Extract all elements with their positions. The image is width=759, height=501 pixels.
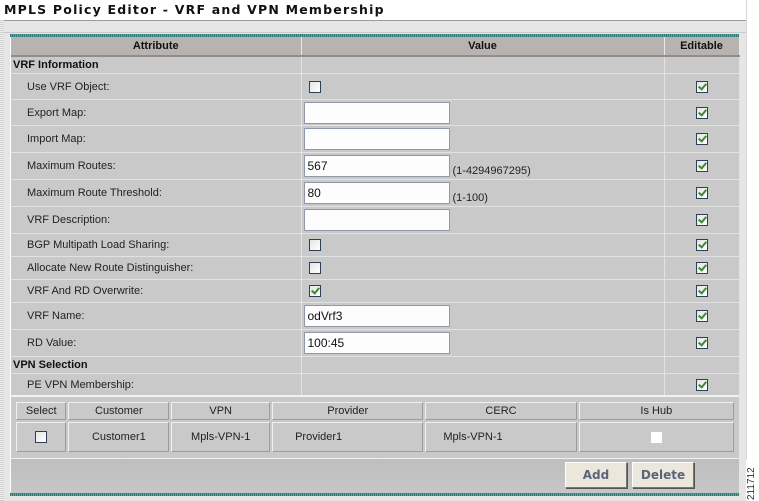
section-label: VRF Information: [11, 56, 302, 74]
editable-checkbox[interactable]: [695, 239, 708, 252]
row-label: Export Map:: [11, 99, 302, 126]
page: MPLS Policy Editor - VRF and VPN Members…: [0, 0, 747, 501]
row-label: Import Map:: [11, 125, 302, 153]
column-header-value: Value: [301, 37, 665, 57]
customer-cell: Customer1: [68, 422, 170, 452]
row-allocate-new-rd: Allocate New Route Distinguisher:: [11, 256, 740, 280]
vpn-header-row: Select Customer VPN Provider CERC Is Hub: [16, 402, 734, 420]
row-export-map: Export Map:: [11, 99, 740, 126]
row-maximum-route-threshold: Maximum Route Threshold: 80 (1-100): [11, 179, 740, 207]
attributes-table: Attribute Value Editable VRF Information…: [11, 37, 740, 396]
is-hub-checkbox[interactable]: [650, 431, 662, 443]
vrf-rd-overwrite-checkbox[interactable]: [308, 285, 321, 298]
row-label: Allocate New Route Distinguisher:: [11, 256, 302, 280]
row-bgp-multipath: BGP Multipath Load Sharing:: [11, 233, 740, 257]
editable-checkbox[interactable]: [695, 378, 708, 391]
row-label: VRF And RD Overwrite:: [11, 279, 302, 303]
editable-checkbox[interactable]: [695, 262, 708, 275]
vrf-description-input[interactable]: [303, 209, 450, 231]
column-header-editable: Editable: [664, 37, 740, 57]
row-pe-vpn-membership: PE VPN Membership:: [11, 373, 740, 396]
row-maximum-routes: Maximum Routes: 567 (1-4294967295): [11, 152, 740, 180]
maximum-routes-range-hint: (1-4294967295): [452, 165, 531, 178]
row-label: PE VPN Membership:: [11, 373, 302, 396]
editable-checkbox[interactable]: [695, 310, 708, 323]
add-button[interactable]: Add: [565, 462, 627, 488]
row-import-map: Import Map:: [11, 125, 740, 153]
row-rd-value: RD Value: 100:45: [11, 329, 740, 357]
cerc-cell: Mpls-VPN-1: [425, 422, 577, 452]
title-bar: MPLS Policy Editor - VRF and VPN Members…: [0, 0, 746, 21]
left-edge-pattern: [0, 20, 4, 501]
editable-checkbox[interactable]: [695, 80, 708, 93]
editable-checkbox[interactable]: [695, 285, 708, 298]
row-select-checkbox[interactable]: [35, 431, 48, 444]
column-header-cerc: CERC: [425, 402, 577, 420]
row-use-vrf-object: Use VRF Object:: [11, 73, 740, 100]
row-label: BGP Multipath Load Sharing:: [11, 233, 302, 257]
subheader-bar: [4, 21, 746, 33]
row-vrf-name: VRF Name: odVrf3: [11, 302, 740, 330]
figure-id: 211712: [746, 460, 759, 500]
provider-cell: Provider1: [272, 422, 424, 452]
vpn-membership-table: Select Customer VPN Provider CERC Is Hub…: [14, 400, 736, 454]
editable-checkbox[interactable]: [695, 337, 708, 350]
attributes-header-row: Attribute Value Editable: [11, 37, 740, 57]
row-vrf-rd-overwrite: VRF And RD Overwrite:: [11, 279, 740, 303]
section-vpn-selection: VPN Selection: [11, 356, 740, 374]
row-vrf-description: VRF Description:: [11, 206, 740, 234]
editable-checkbox[interactable]: [695, 106, 708, 119]
row-label: VRF Description:: [11, 206, 302, 234]
section-label: VPN Selection: [11, 356, 302, 374]
allocate-new-rd-checkbox[interactable]: [308, 262, 321, 275]
column-header-customer: Customer: [68, 402, 170, 420]
rd-value-input[interactable]: 100:45: [303, 332, 450, 354]
vrf-name-input[interactable]: odVrf3: [303, 305, 450, 327]
editable-checkbox[interactable]: [695, 187, 708, 200]
export-map-input[interactable]: [303, 101, 450, 124]
import-map-input[interactable]: [303, 128, 450, 150]
column-header-vpn: VPN: [171, 402, 271, 420]
vpn-cell: Mpls-VPN-1: [171, 422, 271, 452]
row-label: VRF Name:: [11, 302, 302, 330]
row-label: Use VRF Object:: [11, 73, 302, 100]
column-header-select: Select: [16, 402, 67, 420]
use-vrf-object-checkbox[interactable]: [308, 80, 321, 93]
table-row[interactable]: Customer1 Mpls-VPN-1 Provider1 Mpls-VPN-…: [16, 422, 734, 452]
delete-button[interactable]: Delete: [632, 462, 694, 488]
section-vrf-information: VRF Information: [11, 56, 740, 74]
row-label: RD Value:: [11, 329, 302, 357]
maximum-routes-input[interactable]: 567: [303, 154, 450, 177]
editable-checkbox[interactable]: [695, 133, 708, 146]
threshold-range-hint: (1-100): [452, 192, 488, 205]
row-label: Maximum Route Threshold:: [11, 179, 302, 207]
policy-panel: Attribute Value Editable VRF Information…: [10, 37, 740, 493]
bottom-divider: [10, 493, 739, 496]
page-title: MPLS Policy Editor - VRF and VPN Members…: [4, 2, 385, 17]
editable-checkbox[interactable]: [695, 214, 708, 227]
column-header-is-hub: Is Hub: [578, 402, 734, 420]
row-label: Maximum Routes:: [11, 152, 302, 180]
vpn-membership-section: Select Customer VPN Provider CERC Is Hub…: [11, 395, 739, 459]
button-bar: Add Delete: [11, 458, 739, 493]
bgp-multipath-checkbox[interactable]: [308, 239, 321, 252]
maximum-route-threshold-input[interactable]: 80: [303, 181, 450, 204]
column-header-provider: Provider: [272, 402, 424, 420]
editable-checkbox[interactable]: [695, 160, 708, 173]
column-header-attribute: Attribute: [11, 37, 302, 57]
